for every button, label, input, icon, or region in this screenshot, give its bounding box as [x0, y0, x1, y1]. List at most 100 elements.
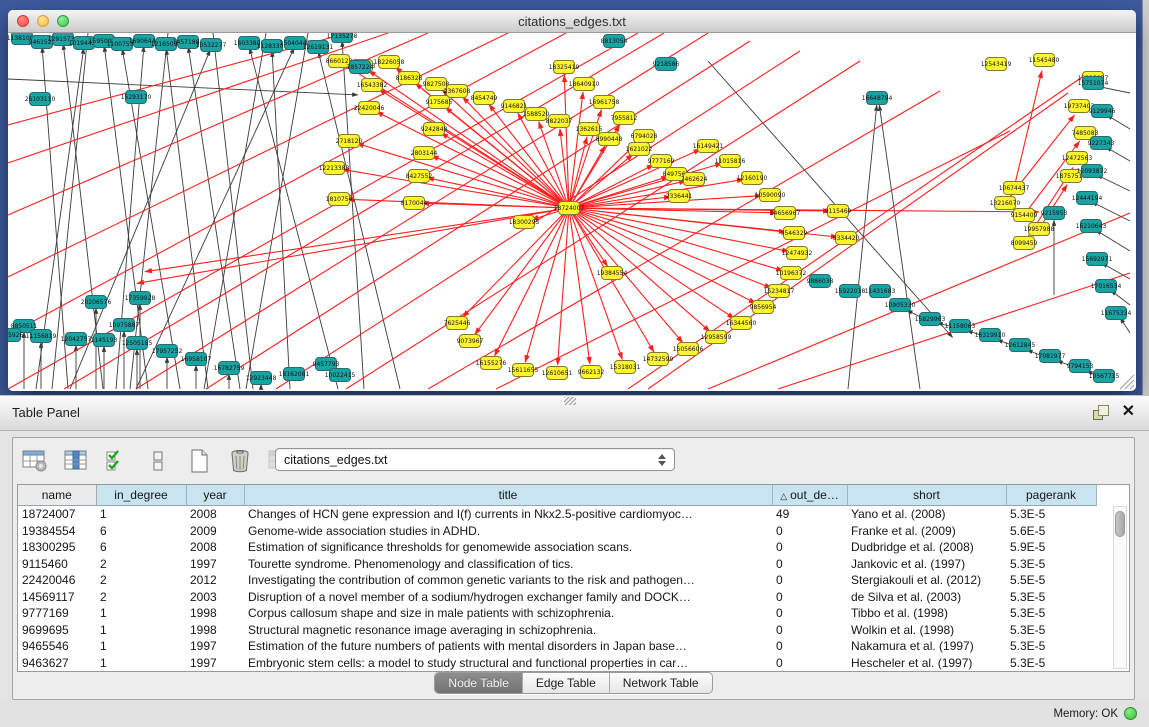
table-cell[interactable]: 9465546 — [18, 638, 96, 655]
table-cell[interactable]: de Silva et al. (2003) — [847, 589, 1006, 606]
graph-node[interactable]: 10905330 — [885, 299, 916, 312]
graph-node[interactable]: 9662132 — [578, 366, 605, 379]
table-cell[interactable]: 0 — [772, 572, 847, 589]
table-cell[interactable]: 0 — [772, 605, 847, 622]
graph-node[interactable]: 16782759 — [214, 362, 245, 375]
table-cell[interactable]: 22420046 — [18, 572, 96, 589]
table-cell[interactable]: 9699695 — [18, 622, 96, 639]
graph-node[interactable]: 17359928 — [125, 292, 156, 305]
close-window-button[interactable] — [17, 15, 29, 27]
graph-node[interactable]: 19957988 — [1024, 223, 1055, 236]
graph-node[interactable]: 8099459 — [1011, 237, 1038, 250]
table-row[interactable]: 1456911722003Disruption of a novel membe… — [18, 589, 1096, 606]
table-cell[interactable]: 0 — [772, 556, 847, 573]
graph-node[interactable]: 6794028 — [631, 130, 658, 143]
graph-node[interactable]: 18325419 — [549, 61, 580, 74]
graph-node[interactable]: 16319910 — [975, 329, 1006, 342]
graph-node[interactable]: 12444194 — [1072, 192, 1103, 205]
graph-node[interactable]: 12093872 — [1077, 165, 1108, 178]
table-row[interactable]: 911546021997Tourette syndrome. Phenomeno… — [18, 556, 1096, 573]
graph-node[interactable]: 10674437 — [999, 182, 1030, 195]
table-cell[interactable]: 2 — [96, 589, 186, 606]
graph-node[interactable]: 18226058 — [374, 56, 405, 69]
column-header-short[interactable]: short — [847, 485, 1006, 506]
table-cell[interactable]: 18724007 — [18, 506, 96, 523]
graph-node[interactable]: 1621022 — [626, 143, 653, 156]
graph-node[interactable]: 12610651 — [542, 367, 573, 380]
graph-node[interactable]: 17016534 — [1091, 280, 1122, 293]
graph-node[interactable]: 10022415 — [325, 369, 356, 382]
graph-node[interactable]: 10975887 — [109, 319, 140, 332]
table-source-dropdown[interactable]: citations_edges.txt — [275, 448, 675, 471]
pane-divider-grip[interactable] — [564, 397, 576, 405]
table-cell[interactable]: Structural magnetic resonance image aver… — [244, 622, 772, 639]
graph-node[interactable]: 22420046 — [354, 102, 385, 115]
graph-node[interactable]: 17135278 — [327, 33, 358, 43]
table-cell[interactable]: 49 — [772, 506, 847, 523]
zoom-window-button[interactable] — [57, 15, 69, 27]
graph-node[interactable]: 1145193 — [91, 334, 118, 347]
minimize-window-button[interactable] — [37, 15, 49, 27]
graph-node[interactable]: 10532277 — [196, 39, 227, 52]
graph-node[interactable]: 13216070 — [990, 197, 1021, 210]
graph-node[interactable]: 10196372 — [776, 267, 807, 280]
table-cell[interactable]: Corpus callosum shape and size in male p… — [244, 605, 772, 622]
graph-node[interactable]: 18640910 — [569, 78, 600, 91]
graph-node[interactable]: 2803144 — [411, 147, 438, 160]
table-cell[interactable]: Genome-wide association studies in ADHD. — [244, 523, 772, 540]
graph-node[interactable]: 9129946 — [1089, 105, 1116, 118]
graph-node[interactable]: 2718120 — [336, 135, 363, 148]
tab-edge-table[interactable]: Edge Table — [523, 673, 610, 693]
table-cell[interactable]: 5.3E-5 — [1006, 655, 1096, 672]
window-titlebar[interactable]: citations_edges.txt — [8, 10, 1136, 33]
graph-node[interactable]: 11156819 — [26, 330, 57, 343]
rows-icon[interactable] — [144, 448, 172, 474]
tab-network-table[interactable]: Network Table — [610, 673, 712, 693]
table-scrollbar[interactable] — [1113, 506, 1127, 669]
table-cell[interactable]: Embryonic stem cells: a model to study s… — [244, 655, 772, 672]
delete-icon[interactable] — [226, 448, 254, 474]
graph-node[interactable]: 16155276 — [476, 357, 507, 370]
table-cell[interactable]: 2003 — [186, 589, 244, 606]
table-cell[interactable]: Disruption of a novel member of a sodium… — [244, 589, 772, 606]
column-header-in_degree[interactable]: in_degree — [96, 485, 186, 506]
graph-node[interactable]: 7462624 — [681, 173, 708, 186]
graph-node[interactable]: 16344560 — [726, 317, 757, 330]
table-cell[interactable]: Estimation of the future numbers of pati… — [244, 638, 772, 655]
table-cell[interactable]: Wolkin et al. (1998) — [847, 622, 1006, 639]
graph-node[interactable]: 7625446 — [444, 317, 471, 330]
graph-node[interactable]: 15293170 — [121, 91, 152, 104]
graph-node[interactable]: 14732599 — [643, 353, 674, 366]
tab-node-table[interactable]: Node Table — [435, 673, 523, 693]
table-cell[interactable]: 5.6E-5 — [1006, 523, 1096, 540]
graph-node[interactable]: 2336441 — [666, 190, 693, 203]
graph-node[interactable]: 12213383 — [319, 162, 350, 175]
table-cell[interactable]: 1 — [96, 506, 186, 523]
table-scrollbar-thumb[interactable] — [1115, 511, 1125, 537]
table-cell[interactable]: 19384554 — [18, 523, 96, 540]
table-row[interactable]: 1830029562008Estimation of significance … — [18, 539, 1096, 556]
graph-node[interactable]: 14656967 — [770, 207, 801, 220]
table-cell[interactable]: 1 — [96, 655, 186, 672]
float-window-icon[interactable] — [1093, 405, 1109, 420]
graph-node[interactable]: 8813054 — [601, 35, 628, 48]
graph-node[interactable]: 12543419 — [981, 58, 1012, 71]
table-cell[interactable]: 2012 — [186, 572, 244, 589]
table-cell[interactable]: 2009 — [186, 523, 244, 540]
graph-node[interactable]: 9218586 — [653, 58, 680, 71]
column-header-year[interactable]: year — [186, 485, 244, 506]
column-header-pagerank[interactable]: pagerank — [1006, 485, 1096, 506]
graph-node[interactable]: 12474932 — [782, 247, 813, 260]
show-columns-icon[interactable] — [62, 448, 90, 474]
table-row[interactable]: 2242004622012Investigating the contribut… — [18, 572, 1096, 589]
graph-node[interactable]: 8454749 — [471, 92, 498, 105]
graph-node[interactable]: 15318031 — [610, 361, 641, 374]
graph-node[interactable]: 11431683 — [865, 285, 896, 298]
table-cell[interactable]: 14569117 — [18, 589, 96, 606]
table-cell[interactable]: 5.3E-5 — [1006, 589, 1096, 606]
graph-node[interactable]: 12042757 — [61, 333, 92, 346]
graph-node[interactable]: 15234817 — [764, 285, 795, 298]
table-cell[interactable]: 5.3E-5 — [1006, 638, 1096, 655]
graph-node[interactable]: 26103110 — [25, 93, 56, 106]
table-cell[interactable]: 2008 — [186, 539, 244, 556]
